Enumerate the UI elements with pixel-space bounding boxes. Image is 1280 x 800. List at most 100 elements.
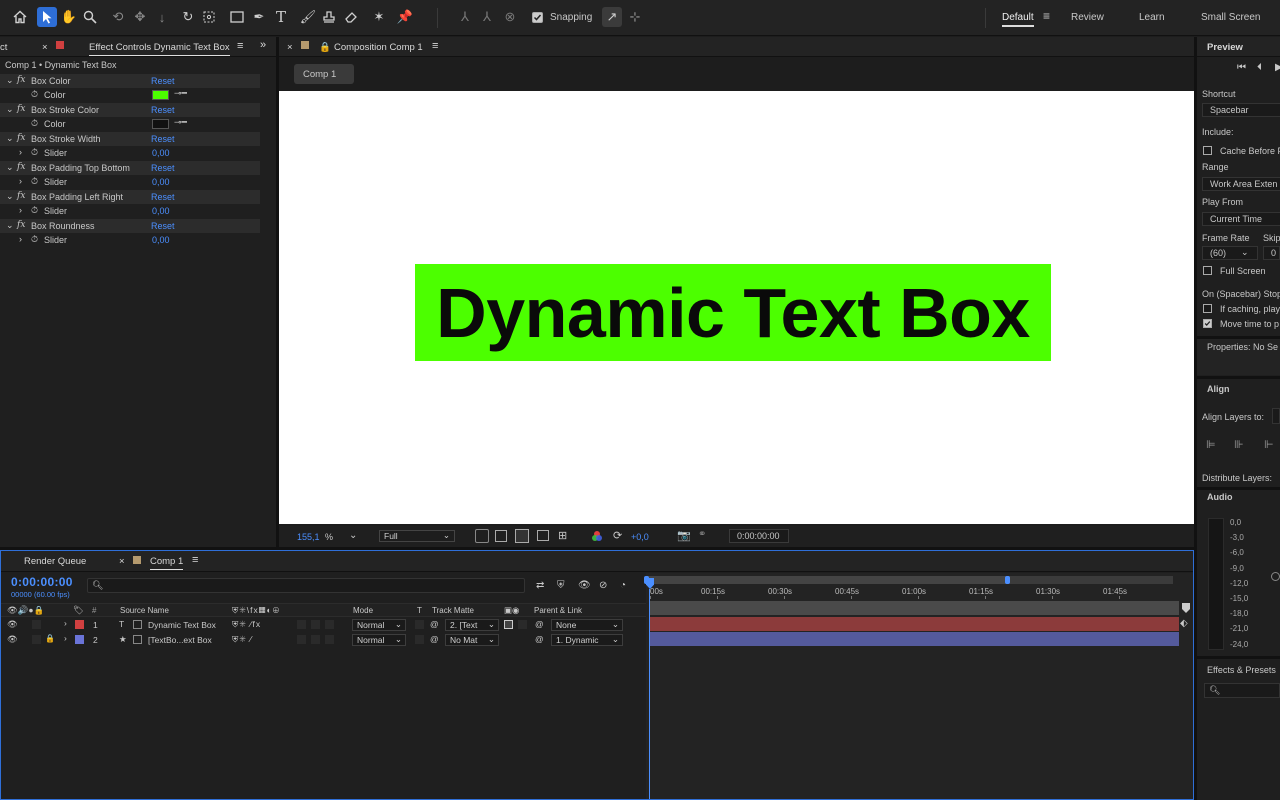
matte-invert-box[interactable]: [518, 620, 527, 629]
snapshot-icon[interactable]: 📷: [677, 529, 691, 542]
collapse-chevron-icon[interactable]: ⌄: [6, 104, 14, 115]
puppet-pin-tool-icon[interactable]: 📌: [395, 7, 415, 27]
move-time-checkbox[interactable]: [1203, 319, 1212, 328]
shy-layers-icon[interactable]: 👁: [578, 580, 591, 591]
brush-tool-icon[interactable]: 🖌: [298, 7, 318, 27]
previous-frame-icon[interactable]: ⏴: [1257, 62, 1262, 73]
rotation-tool-icon[interactable]: ↻: [178, 7, 198, 27]
layer-label-color[interactable]: [75, 620, 84, 629]
effect-reset-link[interactable]: Reset: [151, 134, 175, 144]
track-matte-dropdown[interactable]: 2. [Text ⌄: [445, 619, 499, 631]
play-icon[interactable]: ▶: [1275, 62, 1280, 73]
solo-switch[interactable]: [32, 620, 41, 629]
effect-controls-tab[interactable]: Effect Controls Dynamic Text Box: [89, 42, 230, 56]
frame-blending-icon[interactable]: ⊘: [599, 580, 607, 591]
time-ruler[interactable]: 00s 00:15s 00:30s 00:45s 01:00s 01:15s 01:30s 0…: [646, 585, 1193, 599]
layer-label-color[interactable]: [75, 635, 84, 644]
solo-switch[interactable]: [32, 635, 41, 644]
preserve-transparency-box[interactable]: [415, 620, 424, 629]
play-from-dropdown[interactable]: Current Time: [1202, 212, 1280, 226]
layer-row[interactable]: 👁 › 1 T Dynamic Text Box ⛨✳ ∕fx Normal ⌄ @2. [Te…: [1, 618, 646, 632]
workspace-menu-icon[interactable]: ≡: [1043, 9, 1050, 23]
panel-menu-icon[interactable]: ≡: [237, 40, 243, 52]
keyframe-nav-icon[interactable]: ⬖: [1180, 618, 1188, 629]
fx-toggle-icon[interactable]: fx: [17, 191, 25, 201]
timeline-timecode[interactable]: 0:00:00:00: [11, 575, 73, 589]
expand-chevron-icon[interactable]: ›: [19, 147, 22, 157]
slider-value[interactable]: 0,00: [152, 177, 170, 187]
layer-row[interactable]: 👁 🔒 › 2 ★ [TextBo...ext Box ⛨✳ ∕ Normal ⌄ @ No Mat…: [1, 633, 646, 647]
snap-edges-icon[interactable]: ↗: [602, 7, 622, 27]
zoom-dropdown-icon[interactable]: ⌄: [349, 530, 357, 541]
visibility-eye-icon[interactable]: 👁: [7, 619, 18, 630]
frame-rate-dropdown[interactable]: (60) ⌄: [1202, 246, 1258, 260]
comp-timeline-tab[interactable]: Comp 1: [150, 556, 184, 570]
transparency-grid-icon[interactable]: [495, 530, 507, 542]
switch-box[interactable]: [311, 620, 320, 629]
panel-divider[interactable]: [276, 37, 279, 549]
selection-tool-icon[interactable]: [37, 7, 57, 27]
type-tool-icon[interactable]: T: [271, 7, 291, 27]
blend-mode-dropdown[interactable]: Normal ⌄: [352, 619, 406, 631]
rectangle-tool-icon[interactable]: [227, 7, 247, 27]
local-axis-icon[interactable]: ⅄: [455, 7, 475, 27]
expand-panels-icon[interactable]: »: [260, 39, 266, 51]
zoom-tool-icon[interactable]: [80, 7, 100, 27]
collapse-chevron-icon[interactable]: ⌄: [6, 191, 14, 202]
fx-toggle-icon[interactable]: fx: [17, 220, 25, 230]
fx-toggle-icon[interactable]: fx: [17, 133, 25, 143]
lock-icon[interactable]: 🔒: [45, 634, 55, 643]
draft-3d-icon[interactable]: ⛨: [557, 580, 565, 591]
effect-reset-link[interactable]: Reset: [151, 163, 175, 173]
hand-tool-icon[interactable]: ✋: [59, 7, 79, 27]
effects-search-input[interactable]: 🔍︎: [1204, 683, 1280, 698]
visibility-eye-icon[interactable]: 👁: [7, 634, 18, 645]
composition-canvas[interactable]: Dynamic Text Box: [279, 91, 1194, 524]
timeline-search-input[interactable]: 🔍︎: [87, 578, 525, 593]
slider-value[interactable]: 0,00: [152, 206, 170, 216]
skip-field[interactable]: 0: [1263, 246, 1280, 260]
layer-name[interactable]: [TextBo...ext Box: [148, 635, 212, 645]
anchor-point-tool-icon[interactable]: [199, 7, 219, 27]
workspace-learn[interactable]: Learn: [1139, 12, 1165, 23]
align-left-icon[interactable]: ⊫: [1206, 438, 1216, 451]
region-of-interest-icon[interactable]: [475, 529, 489, 543]
collapse-chevron-icon[interactable]: ⌄: [6, 162, 14, 173]
full-screen-checkbox[interactable]: [1203, 266, 1212, 275]
layer-name[interactable]: Dynamic Text Box: [148, 620, 216, 630]
collapse-chevron-icon[interactable]: ⌄: [6, 133, 14, 144]
shortcut-dropdown[interactable]: Spacebar: [1202, 103, 1280, 117]
parent-pickwhip-icon[interactable]: @: [535, 634, 544, 644]
twirl-chevron-icon[interactable]: ›: [64, 633, 67, 643]
clone-stamp-tool-icon[interactable]: [319, 7, 339, 27]
effect-row[interactable]: ⌄ fx Box Roundness Reset: [0, 219, 260, 233]
channel-icon[interactable]: [591, 530, 603, 542]
if-caching-checkbox[interactable]: [1203, 304, 1212, 313]
matte-alpha-icon[interactable]: [504, 620, 513, 629]
column-source-name[interactable]: Source Name: [120, 606, 169, 615]
snapping-checkbox[interactable]: [532, 12, 543, 23]
effect-row[interactable]: ⌄ fx Box Color Reset: [0, 74, 260, 88]
color-swatch[interactable]: [152, 90, 169, 100]
preserve-transparency-box[interactable]: [415, 635, 424, 644]
orbit-camera-icon[interactable]: ⟲: [108, 7, 128, 27]
layer-switches[interactable]: ⛨✳ ∕fx: [232, 619, 261, 630]
align-to-dropdown[interactable]: [1272, 408, 1280, 424]
snap-features-icon[interactable]: ⊹: [625, 7, 645, 27]
navigator-end-handle[interactable]: [1005, 576, 1010, 584]
matte-pickwhip-icon[interactable]: @: [430, 619, 439, 629]
matte-pickwhip-icon[interactable]: @: [430, 634, 439, 644]
layer-empty-area[interactable]: [1, 647, 646, 799]
project-tab-fragment[interactable]: ct: [0, 42, 7, 53]
home-icon[interactable]: [10, 7, 30, 27]
zoom-value[interactable]: 155,1: [297, 532, 320, 542]
fx-toggle-icon[interactable]: fx: [17, 162, 25, 172]
view-axis-icon[interactable]: ⊗: [500, 7, 520, 27]
switch-box[interactable]: [311, 635, 320, 644]
parent-dropdown[interactable]: None ⌄: [551, 619, 623, 631]
slider-value[interactable]: 0,00: [152, 148, 170, 158]
stopwatch-icon[interactable]: ⏱: [31, 118, 38, 129]
stopwatch-icon[interactable]: ⏱: [31, 205, 38, 216]
workspace-review[interactable]: Review: [1071, 12, 1104, 23]
color-swatch[interactable]: [152, 119, 169, 129]
